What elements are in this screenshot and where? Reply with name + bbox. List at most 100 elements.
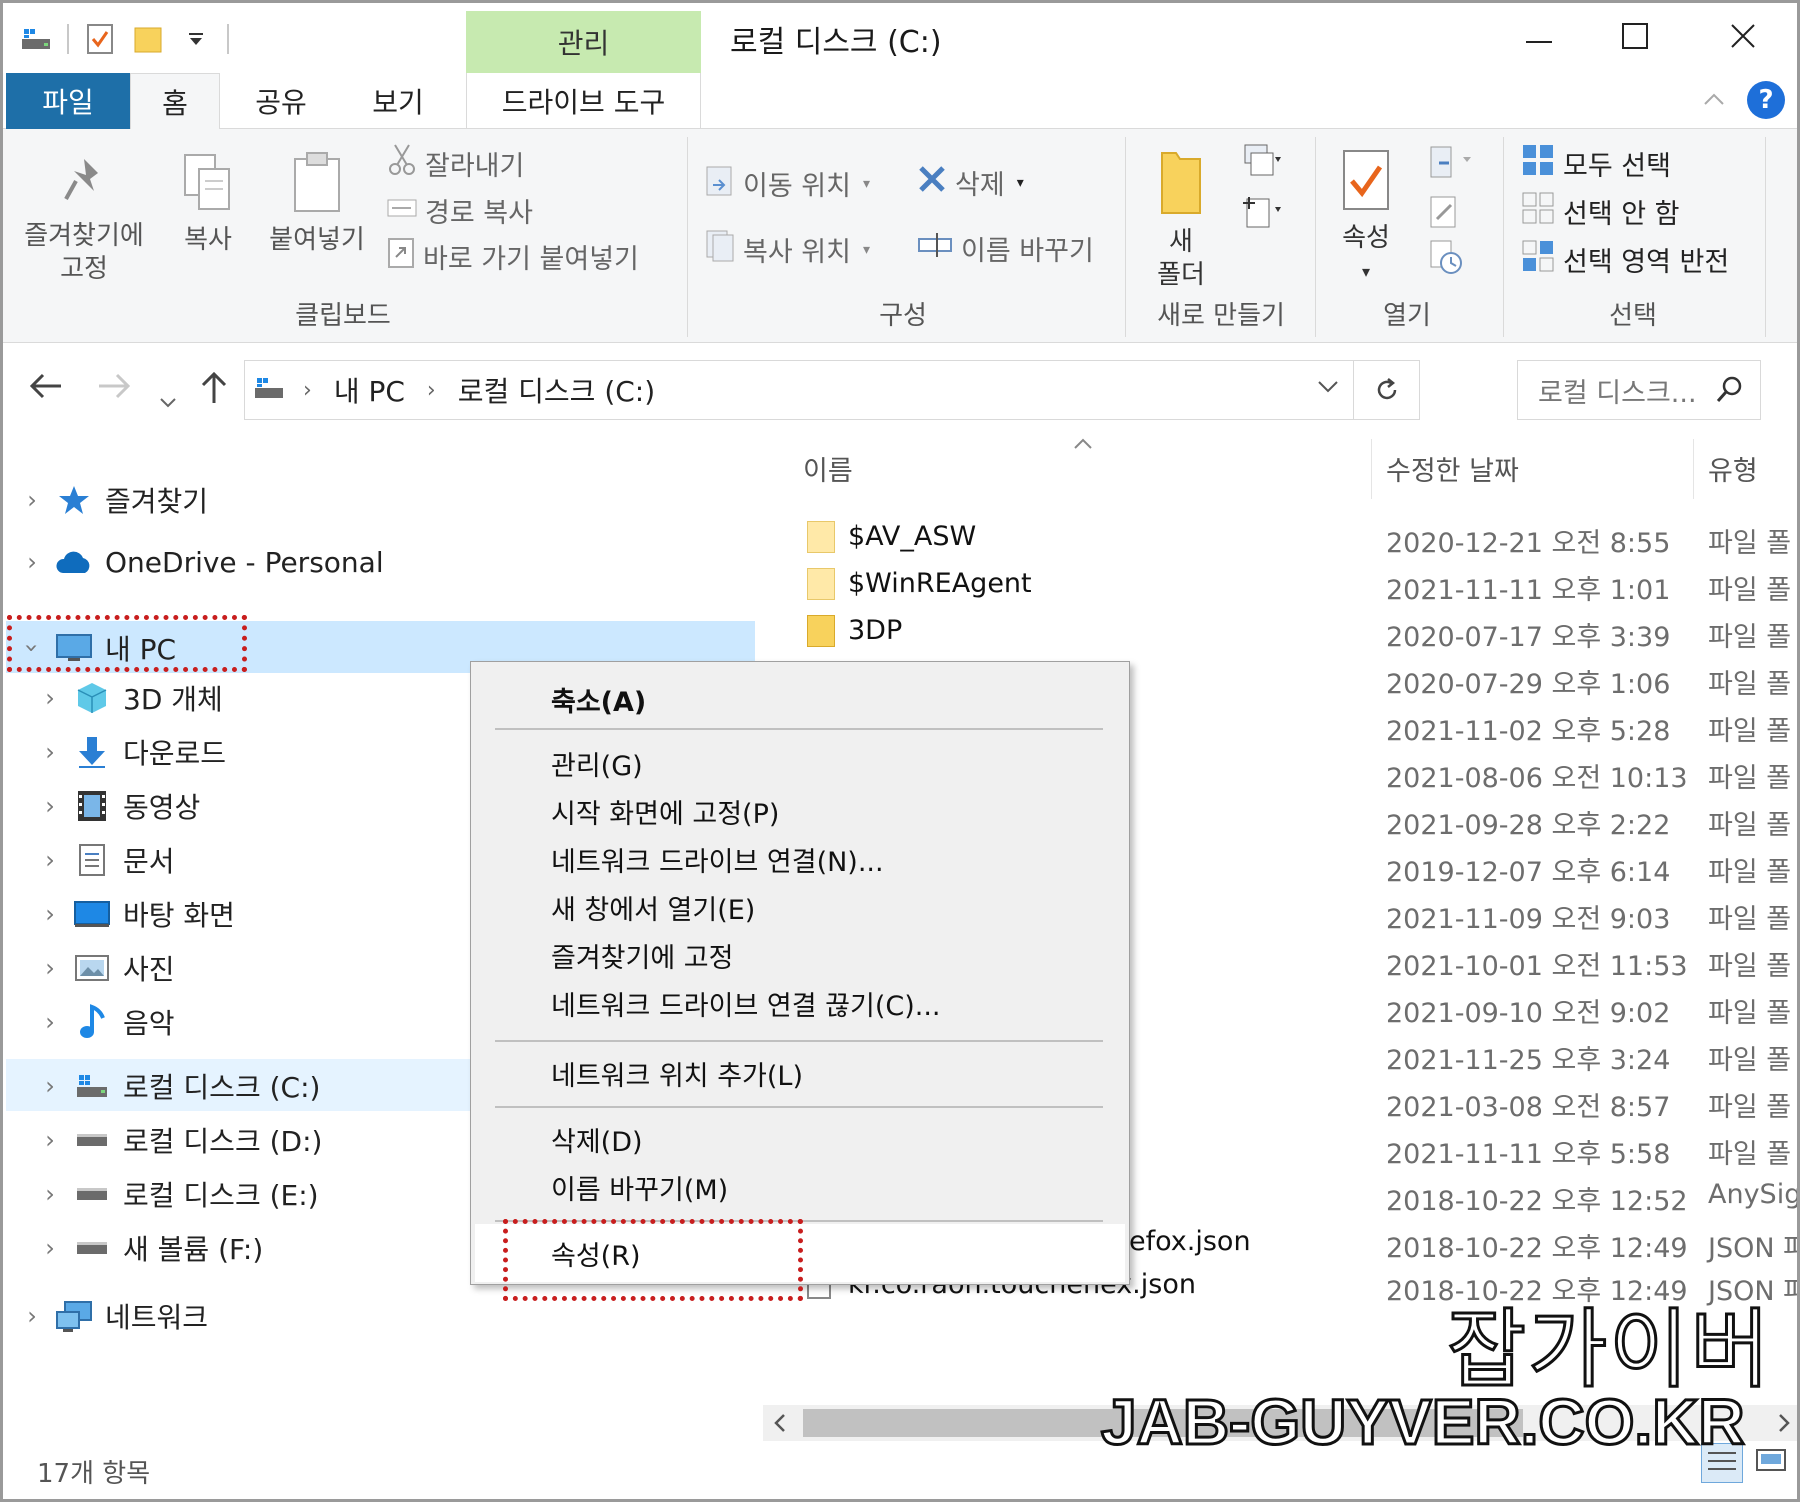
menu-item-collapse[interactable]: 축소(A) — [551, 680, 646, 719]
file-row[interactable]: $AV_ASW 2020-12-21 오전 8:55 파일 폴 — [763, 517, 1797, 559]
chevron-right-icon[interactable]: › — [35, 1180, 65, 1208]
pin-to-quick-access-button[interactable]: 즐겨찾기에 고정 — [19, 151, 149, 286]
chevron-right-icon[interactable]: › — [35, 900, 65, 928]
breadcrumb-local-disk-c[interactable]: 로컬 디스크 (C:) — [458, 370, 655, 410]
menu-item-add-network-location[interactable]: 네트워크 위치 추가(L) — [551, 1054, 803, 1093]
chevron-right-icon[interactable]: › — [35, 792, 65, 820]
column-header-type[interactable]: 유형 — [1708, 449, 1758, 488]
nav-local-disk-c[interactable]: › 로컬 디스크 (C:) — [35, 1061, 320, 1111]
breadcrumb-this-pc[interactable]: 내 PC — [334, 370, 405, 410]
chevron-right-icon[interactable]: › — [17, 486, 47, 514]
chevron-right-icon[interactable]: › — [17, 1302, 47, 1330]
search-icon[interactable] — [1714, 373, 1746, 412]
new-item-button[interactable] — [1239, 143, 1281, 190]
chevron-right-icon[interactable]: › — [17, 548, 47, 576]
tab-home[interactable]: 홈 — [130, 73, 220, 130]
chevron-right-icon[interactable]: › — [35, 1008, 65, 1036]
file-row[interactable]: $WinREAgent 2021-11-11 오후 1:01 파일 폴 — [763, 564, 1797, 606]
column-header-name[interactable]: 이름 — [803, 449, 853, 488]
scroll-left-icon[interactable] — [773, 1413, 787, 1437]
menu-item-open-new-window[interactable]: 새 창에서 열기(E) — [551, 888, 755, 927]
copy-to-label: 복사 위치 — [743, 237, 851, 268]
column-header-modified[interactable]: 수정한 날짜 — [1386, 449, 1519, 488]
tab-view[interactable]: 보기 — [343, 73, 453, 129]
nav-new-volume-f[interactable]: › 새 볼륨 (F:) — [35, 1223, 263, 1273]
history-button[interactable] — [1427, 239, 1463, 282]
nav-favorites[interactable]: › 즐겨찾기 — [17, 475, 208, 525]
open-button[interactable] — [1427, 143, 1473, 188]
search-box[interactable]: 로컬 디스크... — [1517, 360, 1761, 420]
chevron-right-icon[interactable]: › — [35, 954, 65, 982]
paste-shortcut-button[interactable]: 바로 가기 붙여넣기 — [387, 237, 639, 276]
folder-icon — [807, 521, 835, 553]
copy-to-button[interactable]: 복사 위치 ▾ — [705, 229, 870, 270]
close-button[interactable] — [1703, 13, 1783, 63]
explorer-window: 관리 로컬 디스크 (C:) 파일 홈 공유 보기 드라이브 도구 ? 즐겨찾기… — [0, 0, 1800, 1502]
nav-downloads[interactable]: › 다운로드 — [35, 727, 226, 777]
menu-item-delete[interactable]: 삭제(D) — [551, 1120, 643, 1159]
invert-selection-button[interactable]: 선택 영역 반전 — [1521, 239, 1729, 280]
chevron-right-icon[interactable]: › — [35, 1072, 65, 1100]
nav-onedrive[interactable]: › OneDrive - Personal — [17, 537, 383, 587]
copy-path-button[interactable]: 경로 복사 — [387, 191, 533, 230]
nav-music[interactable]: › 음악 — [35, 997, 175, 1047]
nav-local-disk-e[interactable]: › 로컬 디스크 (E:) — [35, 1169, 318, 1219]
forward-arrow-icon[interactable] — [97, 371, 131, 409]
menu-item-pin-quick-access[interactable]: 즐겨찾기에 고정 — [551, 936, 733, 975]
nav-documents[interactable]: › 문서 — [35, 835, 175, 885]
tab-share[interactable]: 공유 — [231, 73, 331, 129]
copy-button[interactable]: 복사 — [173, 151, 243, 257]
maximize-button[interactable] — [1595, 13, 1675, 63]
help-icon[interactable]: ? — [1747, 81, 1785, 119]
nav-desktop[interactable]: › 바탕 화면 — [35, 889, 235, 939]
address-bar[interactable]: › 내 PC › 로컬 디스크 (C:) — [244, 360, 1420, 420]
chevron-right-icon[interactable]: › — [35, 738, 65, 766]
tab-file[interactable]: 파일 — [6, 73, 130, 129]
select-none-button[interactable]: 선택 안 함 — [1521, 191, 1680, 232]
edit-button[interactable] — [1427, 193, 1461, 238]
nav-item-label: 다운로드 — [123, 737, 227, 770]
refresh-icon[interactable] — [1353, 361, 1419, 419]
menu-item-manage[interactable]: 관리(G) — [551, 744, 643, 783]
watermark-url: JAB-GUYVER.CO.KR — [1100, 1385, 1747, 1460]
menu-item-disconnect-network-drive[interactable]: 네트워크 드라이브 연결 끊기(C)... — [551, 984, 941, 1023]
select-all-button[interactable]: 모두 선택 — [1521, 143, 1671, 184]
address-dropdown-icon[interactable] — [1317, 375, 1339, 400]
new-folder-icon[interactable] — [131, 22, 165, 56]
menu-item-map-network-drive[interactable]: 네트워크 드라이브 연결(N)... — [551, 840, 884, 879]
recent-locations-chevron-icon[interactable] — [159, 379, 177, 417]
menu-item-pin-to-start[interactable]: 시작 화면에 고정(P) — [551, 792, 779, 831]
menu-item-rename[interactable]: 이름 바꾸기(M) — [551, 1168, 728, 1207]
qat-dropdown-icon[interactable] — [179, 22, 213, 56]
nav-3d-objects[interactable]: › 3D 개체 — [35, 673, 223, 723]
chevron-right-icon[interactable]: › — [35, 1126, 65, 1154]
chevron-right-icon[interactable]: › — [35, 684, 65, 712]
nav-network[interactable]: › 네트워크 — [17, 1291, 208, 1341]
chevron-right-icon[interactable]: › — [35, 1234, 65, 1262]
file-date: 2021-11-11 오후 5:58 — [1386, 1139, 1671, 1170]
up-arrow-icon[interactable] — [199, 371, 229, 413]
large-icons-view-icon[interactable] — [1751, 1443, 1791, 1483]
move-to-button[interactable]: 이동 위치 ▾ — [705, 163, 870, 204]
nav-local-disk-d[interactable]: › 로컬 디스크 (D:) — [35, 1115, 322, 1165]
file-row[interactable]: 3DP 2020-07-17 오후 3:39 파일 폴 — [763, 611, 1797, 653]
rename-button[interactable]: 이름 바꾸기 — [917, 229, 1094, 268]
new-folder-button[interactable]: 새 폴더 — [1151, 147, 1211, 292]
ribbon-collapse-icon[interactable] — [1703, 91, 1725, 110]
delete-button[interactable]: 삭제 ▾ — [917, 163, 1024, 202]
cut-button[interactable]: 잘라내기 — [387, 143, 524, 184]
properties-button[interactable]: 속성 ▾ — [1333, 147, 1399, 288]
column-divider[interactable] — [1371, 439, 1372, 499]
properties-check-icon[interactable] — [83, 22, 117, 56]
drive-icon[interactable] — [19, 22, 53, 56]
nav-pictures[interactable]: › 사진 — [35, 943, 174, 993]
minimize-button[interactable] — [1499, 13, 1579, 63]
back-arrow-icon[interactable] — [29, 371, 63, 409]
column-header-divider[interactable] — [1693, 439, 1694, 499]
nav-videos[interactable]: › 동영상 — [35, 781, 200, 831]
easy-access-button[interactable] — [1239, 193, 1281, 240]
tab-drive-tools[interactable]: 드라이브 도구 — [466, 73, 701, 129]
paste-button[interactable]: 붙여넣기 — [261, 151, 373, 257]
scroll-right-icon[interactable] — [1777, 1413, 1791, 1437]
chevron-right-icon[interactable]: › — [35, 846, 65, 874]
